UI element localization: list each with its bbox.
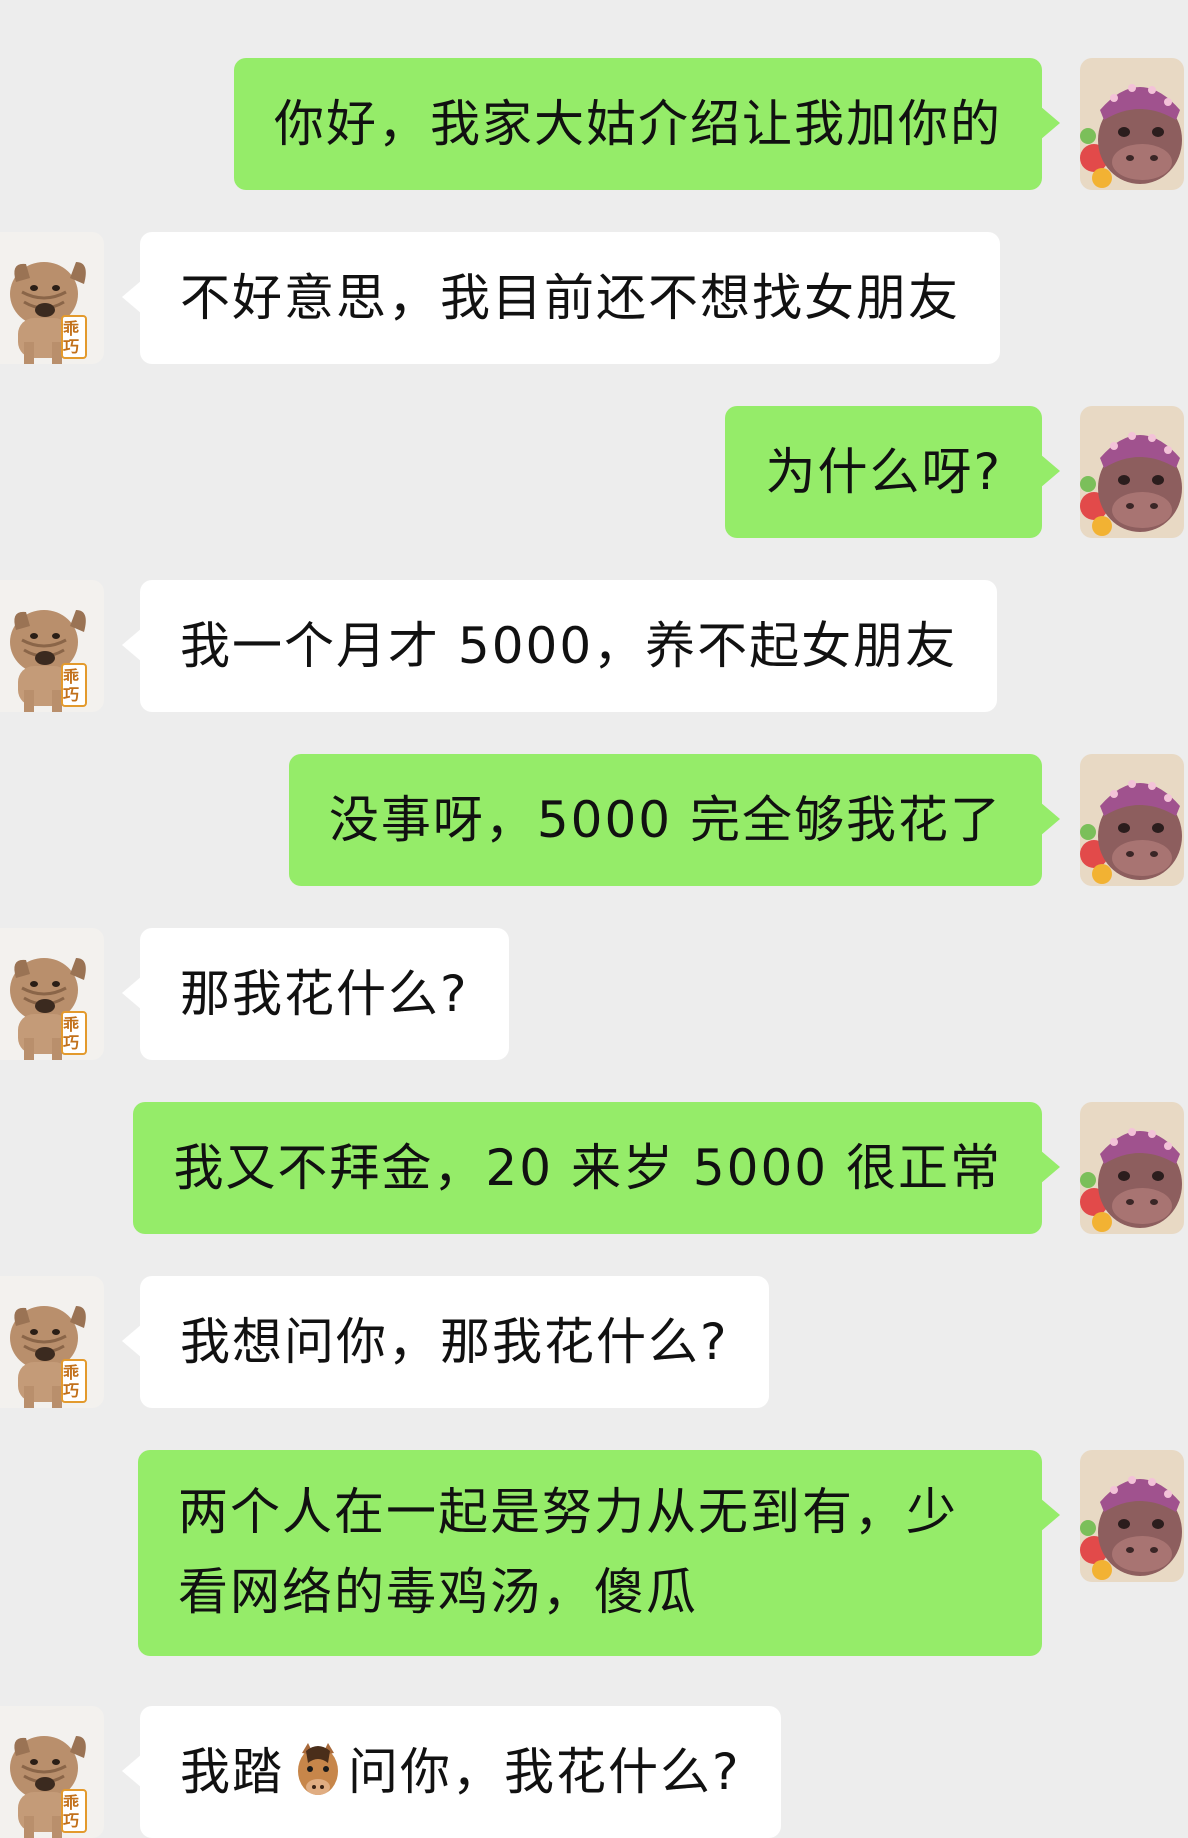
their-message-bubble[interactable]: 不好意思，我目前还不想找女朋友 <box>122 232 1000 364</box>
my-message-bubble[interactable]: 我又不拜金，20 来岁 5000 很正常 <box>133 1102 1060 1234</box>
horse-emoji-icon <box>298 1743 338 1795</box>
hippo-avatar-icon[interactable] <box>1080 58 1184 190</box>
shar-pei-dog-avatar-icon[interactable]: 乖巧 <box>0 1276 104 1408</box>
my-message-bubble[interactable]: 为什么呀? <box>725 406 1060 538</box>
hippo-avatar-icon[interactable] <box>1080 406 1184 538</box>
avatar-badge-text: 乖巧 <box>63 1363 80 1400</box>
avatar-badge-text: 乖巧 <box>63 1015 80 1052</box>
chat-conversation: 你好，我家大姑介绍让我加你的 乖巧 不好意思，我目前还不想找女朋友 为什么呀? … <box>0 0 1188 1838</box>
my-message-bubble[interactable]: 你好，我家大姑介绍让我加你的 <box>234 58 1060 190</box>
shar-pei-dog-avatar-icon[interactable]: 乖巧 <box>0 232 104 364</box>
hippo-avatar-icon[interactable] <box>1080 754 1184 886</box>
their-message-bubble[interactable]: 我踏 问你，我花什么? <box>122 1706 781 1838</box>
their-message-bubble[interactable]: 那我花什么? <box>122 928 509 1060</box>
shar-pei-dog-avatar-icon[interactable]: 乖巧 <box>0 928 104 1060</box>
their-message-bubble[interactable]: 我一个月才 5000，养不起女朋友 <box>121 580 998 712</box>
avatar-badge-text: 乖巧 <box>63 319 80 356</box>
hippo-avatar-icon[interactable] <box>1080 1450 1184 1582</box>
their-message-bubble[interactable]: 我想问你，那我花什么? <box>122 1276 769 1408</box>
shar-pei-dog-avatar-icon[interactable]: 乖巧 <box>0 580 104 712</box>
message-text: 我踏 <box>180 1743 284 1801</box>
my-message-bubble[interactable]: 没事呀，5000 完全够我花了 <box>288 754 1061 886</box>
message-text: 问你，我花什么? <box>348 1743 741 1801</box>
shar-pei-dog-avatar-icon[interactable]: 乖巧 <box>0 1706 104 1838</box>
avatar-badge-text: 乖巧 <box>63 1793 80 1830</box>
avatar-badge-text: 乖巧 <box>63 667 80 704</box>
hippo-avatar-icon[interactable] <box>1080 1102 1184 1234</box>
my-message-bubble[interactable]: 两个人在一起是努力从无到有，少看网络的毒鸡汤，傻瓜 <box>138 1450 1060 1656</box>
